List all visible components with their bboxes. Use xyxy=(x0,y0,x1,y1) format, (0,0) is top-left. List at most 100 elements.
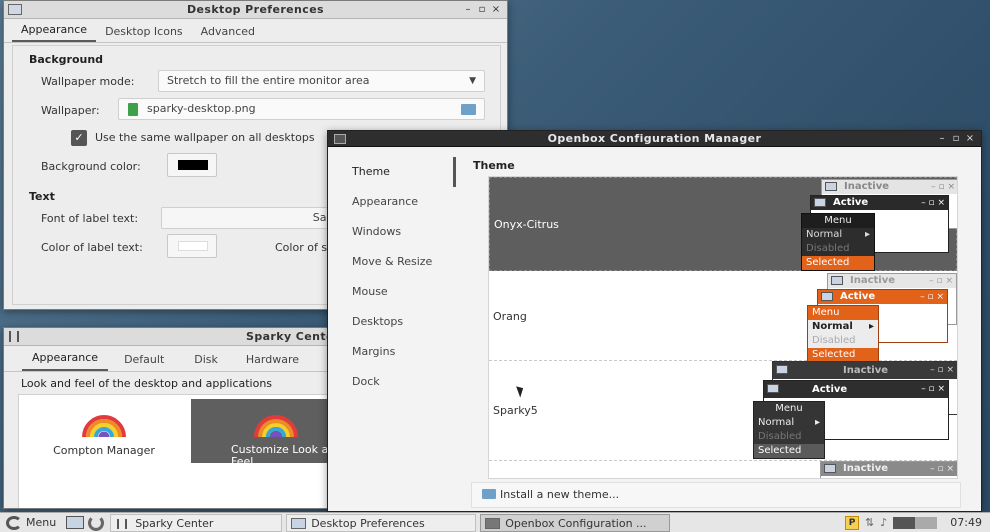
tab-advanced[interactable]: Advanced xyxy=(192,21,264,42)
same-wallpaper-checkbox[interactable]: ✓ xyxy=(71,130,87,146)
preview-menu-selected: Selected xyxy=(802,256,874,270)
sparky-center-window: Sparky Center Appearance Default Disk Ha… xyxy=(3,327,363,509)
close-icon[interactable]: × xyxy=(489,1,503,19)
sidebar-item-theme[interactable]: Theme xyxy=(328,157,456,187)
minimize-icon[interactable]: – xyxy=(461,1,475,19)
background-color-swatch xyxy=(178,160,208,170)
sparky-center-titlebar[interactable]: Sparky Center xyxy=(4,328,362,346)
tab-bar: Appearance Default Disk Hardware xyxy=(4,346,362,372)
task-desktop-preferences[interactable]: Desktop Preferences xyxy=(286,513,477,532)
obconf-body: Theme Appearance Windows Move & Resize M… xyxy=(328,147,981,511)
system-tray: P ⇅ ♪ 07:49 xyxy=(842,514,990,532)
window-title: Desktop Preferences xyxy=(186,3,324,16)
install-theme-button[interactable]: Install a new theme... xyxy=(471,482,961,508)
text-heading: Text xyxy=(29,190,55,203)
spiral-launcher-icon[interactable] xyxy=(88,514,105,531)
sparky-center-icon xyxy=(9,331,19,342)
desktop-pager-icon-2[interactable] xyxy=(915,516,938,529)
theme-name: Sparky5 xyxy=(493,404,538,417)
maximize-icon[interactable]: ▫ xyxy=(949,131,963,147)
sparky-logo-icon xyxy=(6,515,22,530)
folder-icon xyxy=(482,489,496,499)
theme-row-orang[interactable]: Orang Inactive – ▫ × Active – ▫ × Menu Nor… xyxy=(489,271,957,363)
folder-icon xyxy=(461,104,476,115)
task-obconf[interactable]: Openbox Configuration ... xyxy=(480,513,671,532)
tab-desktop-icons[interactable]: Desktop Icons xyxy=(96,21,192,42)
category-description: Look and feel of the desktop and applica… xyxy=(21,377,273,390)
preview-menu-normal: Normal ▸ xyxy=(806,229,870,240)
tab-appearance[interactable]: Appearance xyxy=(22,346,109,371)
preview-active-label: Active xyxy=(840,291,876,302)
sidebar-item-windows[interactable]: Windows xyxy=(328,217,456,247)
preview-menu-disabled: Disabled xyxy=(758,431,802,442)
rainbow-icon xyxy=(254,415,298,438)
label-color-label: Color of label text: xyxy=(41,241,143,254)
wallpaper-mode-value: Stretch to fill the entire monitor area xyxy=(167,74,370,87)
preview-menu: Menu Normal ▸ Disabled Selected xyxy=(753,401,825,459)
theme-row-partial[interactable]: Inactive – ▫ × xyxy=(489,461,957,478)
sidebar-item-move-resize[interactable]: Move & Resize xyxy=(328,247,456,277)
tab-appearance[interactable]: Appearance xyxy=(12,19,97,42)
same-wallpaper-label: Use the same wallpaper on all desktops xyxy=(95,131,315,144)
theme-row-onyx-citrus[interactable]: Onyx-Citrus Inactive – ▫ × Active – ▫ × Me… xyxy=(489,177,957,271)
preview-inactive-label: Inactive xyxy=(844,181,890,192)
chevron-down-icon: ▼ xyxy=(469,76,476,86)
menu-button[interactable]: Menu xyxy=(0,514,62,532)
font-label: Font of label text: xyxy=(41,212,139,225)
theme-row-sparky5[interactable]: Sparky5 Inactive – ▫ × Active – ▫ × Menu N… xyxy=(489,361,957,461)
compton-manager-label: Compton Manager xyxy=(53,444,155,457)
desktop-preferences-titlebar[interactable]: Desktop Preferences – ▫ × xyxy=(4,1,507,19)
preview-menu-normal: Normal ▸ xyxy=(812,321,874,332)
rainbow-icon xyxy=(82,415,126,438)
close-icon[interactable]: × xyxy=(963,131,977,147)
image-file-icon xyxy=(128,103,138,116)
preview-menu-title: Menu xyxy=(775,403,803,414)
preview-menu-normal: Normal ▸ xyxy=(758,417,820,428)
theme-name: Orang xyxy=(493,310,527,323)
label-color-button[interactable] xyxy=(167,234,217,258)
preview-menu-title: Menu xyxy=(808,306,878,320)
preview-inactive-window: Inactive – ▫ × xyxy=(820,461,957,478)
volume-icon[interactable]: ♪ xyxy=(880,516,887,529)
theme-heading: Theme xyxy=(473,159,515,172)
window-icon xyxy=(334,134,346,144)
tab-default[interactable]: Default xyxy=(108,348,180,371)
clock: 07:49 xyxy=(950,516,982,529)
label-color-swatch xyxy=(178,241,208,251)
wallpaper-file-chooser[interactable]: sparky-desktop.png xyxy=(118,98,485,120)
wallpaper-label: Wallpaper: xyxy=(41,104,100,117)
preview-active-label: Active xyxy=(833,197,869,208)
preview-inactive-label: Inactive xyxy=(850,275,896,286)
sidebar-item-mouse[interactable]: Mouse xyxy=(328,277,456,307)
sidebar-item-appearance[interactable]: Appearance xyxy=(328,187,456,217)
minimize-icon[interactable]: – xyxy=(935,131,949,147)
theme-list: Onyx-Citrus Inactive – ▫ × Active – ▫ × Me… xyxy=(488,176,958,479)
network-icon[interactable]: ⇅ xyxy=(865,516,874,529)
preview-menu-selected: Selected xyxy=(808,348,878,362)
preview-menu-title: Menu xyxy=(802,214,874,228)
window-icon xyxy=(485,517,501,529)
preview-menu-disabled: Disabled xyxy=(812,335,856,346)
wallpaper-mode-select[interactable]: Stretch to fill the entire monitor area … xyxy=(158,70,485,92)
theme-name: Onyx-Citrus xyxy=(494,218,559,231)
obconf-titlebar[interactable]: Openbox Configuration Manager – ▫ × xyxy=(328,131,981,147)
desktop-pager-icon[interactable] xyxy=(893,516,916,529)
window-title: Openbox Configuration Manager xyxy=(547,132,762,145)
window-title: Sparky Center xyxy=(246,330,340,343)
maximize-icon[interactable]: ▫ xyxy=(475,1,489,19)
compton-manager-item[interactable]: Compton Manager xyxy=(21,399,187,463)
taskbar: Menu Sparky Center Desktop Preferences O… xyxy=(0,512,990,532)
show-desktop-icon[interactable] xyxy=(66,516,85,529)
tab-hardware[interactable]: Hardware xyxy=(232,348,313,371)
window-icon xyxy=(8,4,22,15)
background-color-button[interactable] xyxy=(167,153,217,177)
tab-disk[interactable]: Disk xyxy=(180,348,232,371)
package-manager-icon[interactable]: P xyxy=(845,515,860,530)
task-sparky-center[interactable]: Sparky Center xyxy=(110,513,283,532)
sidebar-item-margins[interactable]: Margins xyxy=(328,337,456,367)
sidebar-item-desktops[interactable]: Desktops xyxy=(328,307,456,337)
obconf-sidebar: Theme Appearance Windows Move & Resize M… xyxy=(328,157,456,397)
sidebar-item-dock[interactable]: Dock xyxy=(328,367,456,397)
preview-inactive-label: Inactive xyxy=(843,463,889,474)
window-icon xyxy=(291,517,307,529)
